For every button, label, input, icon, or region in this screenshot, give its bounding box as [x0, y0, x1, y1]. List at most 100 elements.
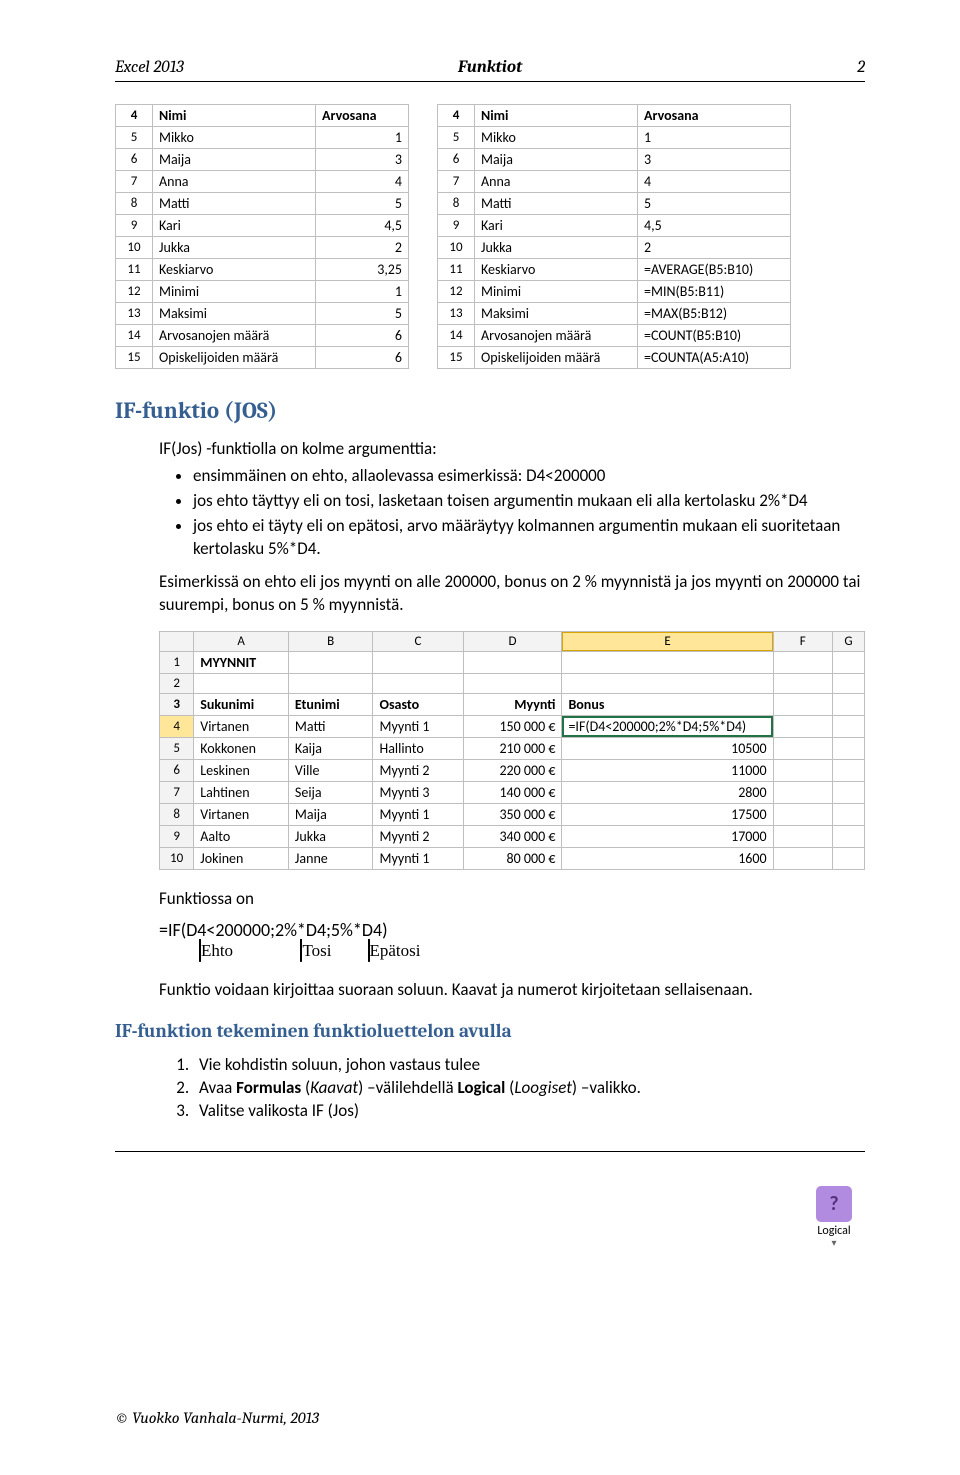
table-formulas: 4NimiArvosana5Mikko16Maija37Anna48Matti5… [437, 104, 791, 369]
brace-label-epatosi: Epätosi [370, 941, 421, 960]
cell: Virtanen [194, 803, 289, 825]
cell [832, 847, 864, 869]
brace-label-ehto: Ehto [201, 941, 233, 960]
brace-label-tosi: Tosi [302, 941, 331, 960]
row-number: 4 [438, 105, 475, 127]
row-number: 1 [160, 651, 194, 673]
cell: 3 [316, 149, 409, 171]
cell: 17000 [562, 825, 773, 847]
cell: Mikko [475, 127, 638, 149]
row-number: 2 [160, 673, 194, 693]
row-number: 10 [116, 237, 153, 259]
cell: 1 [638, 127, 791, 149]
cell: =AVERAGE(B5:B10) [638, 259, 791, 281]
row-number: 11 [438, 259, 475, 281]
footer-rule [115, 1151, 865, 1152]
cell: Virtanen [194, 715, 289, 737]
cell [773, 803, 832, 825]
row-number: 9 [438, 215, 475, 237]
cell: Myynti [463, 693, 562, 715]
cell: 140 000 € [463, 781, 562, 803]
cell: Myynti 1 [373, 803, 463, 825]
cell: 340 000 € [463, 825, 562, 847]
cell: Matti [288, 715, 373, 737]
cell [373, 651, 463, 673]
example-text: Esimerkissä on ehto eli jos myynti on al… [159, 571, 865, 617]
cell: Ville [288, 759, 373, 781]
cell [832, 825, 864, 847]
header-left: Excel 2013 [115, 58, 365, 77]
cell [773, 651, 832, 673]
section-title: IF-funktio (JOS) [115, 397, 865, 424]
cell [463, 651, 562, 673]
top-tables: 4NimiArvosana5Mikko16Maija37Anna48Matti5… [115, 104, 865, 369]
row-number: 6 [116, 149, 153, 171]
cell [288, 651, 373, 673]
cell: 5 [316, 303, 409, 325]
column-header: G [832, 631, 864, 651]
cell: 220 000 € [463, 759, 562, 781]
cell [832, 715, 864, 737]
cell: 1600 [562, 847, 773, 869]
header-center: Funktiot [365, 58, 615, 77]
cell: Anna [475, 171, 638, 193]
row-number: 15 [116, 347, 153, 369]
row-number: 6 [438, 149, 475, 171]
row-number: 5 [116, 127, 153, 149]
cell: Leskinen [194, 759, 289, 781]
cell: Jokinen [194, 847, 289, 869]
cell: 5 [638, 193, 791, 215]
cell: 4 [638, 171, 791, 193]
cell: =COUNT(B5:B10) [638, 325, 791, 347]
cell: =MIN(B5:B11) [638, 281, 791, 303]
logical-icon-glyph: ? [816, 1186, 852, 1222]
row-number: 9 [116, 215, 153, 237]
cell: Maksimi [153, 303, 316, 325]
cell: Matti [153, 193, 316, 215]
row-number: 12 [116, 281, 153, 303]
cell [832, 759, 864, 781]
cell: 11000 [562, 759, 773, 781]
explain-text: Funktio voidaan kirjoittaa suoraan soluu… [159, 979, 865, 1000]
row-number: 12 [438, 281, 475, 303]
cell: 2 [638, 237, 791, 259]
logical-ribbon-icon: ? Logical ▾ [808, 1186, 860, 1249]
row-number: 13 [438, 303, 475, 325]
cell: 6 [316, 347, 409, 369]
cell [832, 803, 864, 825]
cell: Anna [153, 171, 316, 193]
cell: =COUNTA(A5:A10) [638, 347, 791, 369]
cell: 210 000 € [463, 737, 562, 759]
row-number: 6 [160, 759, 194, 781]
cell: Keskiarvo [475, 259, 638, 281]
cell: Opiskelijoiden määrä [153, 347, 316, 369]
cell: 1 [316, 281, 409, 303]
cell: 4,5 [638, 215, 791, 237]
row-number: 15 [438, 347, 475, 369]
cell: 17500 [562, 803, 773, 825]
cell: Seija [288, 781, 373, 803]
header-rule [115, 81, 865, 82]
row-number: 7 [438, 171, 475, 193]
row-number: 7 [116, 171, 153, 193]
table-values: 4NimiArvosana5Mikko16Maija37Anna48Matti5… [115, 104, 409, 369]
column-header: A [194, 631, 289, 651]
row-number: 9 [160, 825, 194, 847]
cell [773, 825, 832, 847]
cell [463, 673, 562, 693]
cell: 3,25 [316, 259, 409, 281]
row-number: 11 [116, 259, 153, 281]
cell: Myynti 1 [373, 847, 463, 869]
cell: 4 [316, 171, 409, 193]
cell: 350 000 € [463, 803, 562, 825]
row-number: 13 [116, 303, 153, 325]
cell: Kari [153, 215, 316, 237]
chevron-down-icon: ▾ [808, 1236, 860, 1249]
cell: 5 [316, 193, 409, 215]
cell [773, 693, 832, 715]
cell [832, 693, 864, 715]
cell: Matti [475, 193, 638, 215]
cell: Arvosanojen määrä [475, 325, 638, 347]
cell: 4,5 [316, 215, 409, 237]
formula-text: =IF(D4<200000;2%*D4;5%*D4) [159, 919, 865, 941]
